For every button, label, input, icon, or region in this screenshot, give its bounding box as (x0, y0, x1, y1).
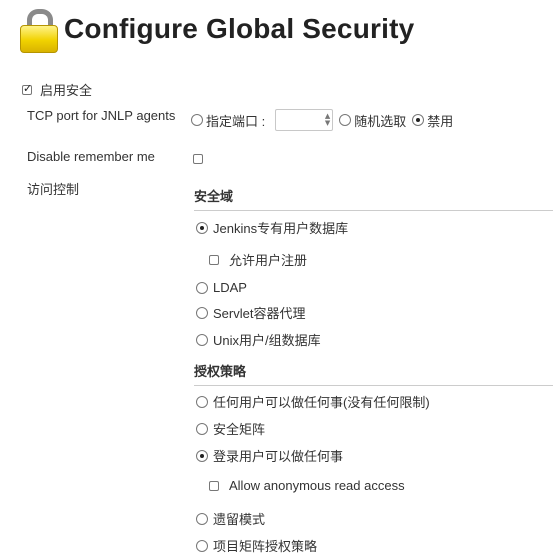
authz-option-loggedin[interactable]: 登录用户可以做任何事 (196, 446, 343, 465)
remember-me-label: Disable remember me (27, 149, 155, 164)
realm-ldap-radio[interactable] (196, 281, 208, 294)
jnlp-label: TCP port for JNLP agents (27, 108, 176, 123)
jnlp-fixed-radio[interactable] (191, 114, 203, 126)
authz-option-matrix[interactable]: 安全矩阵 (196, 419, 265, 438)
jnlp-random-radio[interactable] (339, 114, 352, 126)
anonymous-read-row[interactable]: Allow anonymous read access (209, 478, 405, 493)
jnlp-options: 指定端口 : ▲ ▼ 随机选取 禁用 (191, 109, 453, 131)
remember-me-checkbox[interactable] (193, 154, 203, 164)
realm-option-jenkins[interactable]: Jenkins专有用户数据库 (196, 218, 348, 237)
authz-legacy-label: 遗留模式 (213, 512, 266, 527)
realm-servlet-radio[interactable] (196, 306, 208, 319)
authz-loggedin-radio[interactable] (196, 449, 208, 462)
realm-ldap-label: LDAP (213, 280, 247, 295)
realm-jenkins-radio[interactable] (196, 221, 208, 234)
authz-anyone-label: 任何用户可以做任何事(没有任何限制) (213, 395, 430, 410)
enable-security-checkbox[interactable] (22, 82, 32, 95)
authz-loggedin-label: 登录用户可以做任何事 (213, 449, 344, 464)
realm-option-servlet[interactable]: Servlet容器代理 (196, 303, 305, 322)
authz-legacy-radio[interactable] (196, 512, 208, 525)
enable-security-row: 启用安全 (22, 80, 92, 99)
authz-option-legacy[interactable]: 遗留模式 (196, 509, 265, 528)
allow-signup-label: 允许用户注册 (229, 253, 308, 268)
authz-option-anyone[interactable]: 任何用户可以做任何事(没有任何限制) (196, 392, 430, 411)
authz-matrix-radio[interactable] (196, 422, 208, 435)
realm-jenkins-label: Jenkins专有用户数据库 (213, 221, 349, 236)
realm-unix-radio[interactable] (196, 333, 208, 346)
authz-project-matrix-radio[interactable] (196, 539, 208, 552)
jnlp-disable-label: 禁用 (427, 113, 454, 129)
realm-option-ldap[interactable]: LDAP (196, 280, 247, 295)
authz-project-matrix-label: 项目矩阵授权策略 (213, 539, 318, 554)
jnlp-random-label: 随机选取 (354, 113, 407, 129)
jnlp-disable-radio[interactable] (412, 114, 425, 126)
page-title: Configure Global Security (64, 13, 415, 44)
port-spinner-icon[interactable]: ▲ ▼ (325, 113, 330, 127)
page-header: Configure Global Security (18, 6, 415, 53)
authorization-heading: 授权策略 (194, 361, 553, 386)
access-control-label: 访问控制 (27, 182, 80, 197)
security-realm-heading: 安全域 (194, 186, 553, 211)
authz-matrix-label: 安全矩阵 (213, 422, 266, 437)
allow-signup-row[interactable]: 允许用户注册 (209, 250, 307, 269)
jnlp-port-input[interactable]: ▲ ▼ (275, 109, 334, 131)
authz-option-project-matrix[interactable]: 项目矩阵授权策略 (196, 536, 317, 555)
allow-signup-checkbox[interactable] (209, 254, 219, 265)
realm-option-unix[interactable]: Unix用户/组数据库 (196, 330, 321, 349)
anonymous-read-label: Allow anonymous read access (229, 478, 405, 493)
realm-unix-label: Unix用户/组数据库 (213, 333, 321, 348)
lock-icon (18, 7, 58, 53)
anonymous-read-checkbox[interactable] (209, 480, 219, 491)
realm-servlet-label: Servlet容器代理 (213, 306, 306, 321)
jnlp-fixed-label: 指定端口 : (206, 113, 266, 129)
authz-anyone-radio[interactable] (196, 395, 208, 408)
enable-security-label: 启用安全 (40, 83, 93, 98)
